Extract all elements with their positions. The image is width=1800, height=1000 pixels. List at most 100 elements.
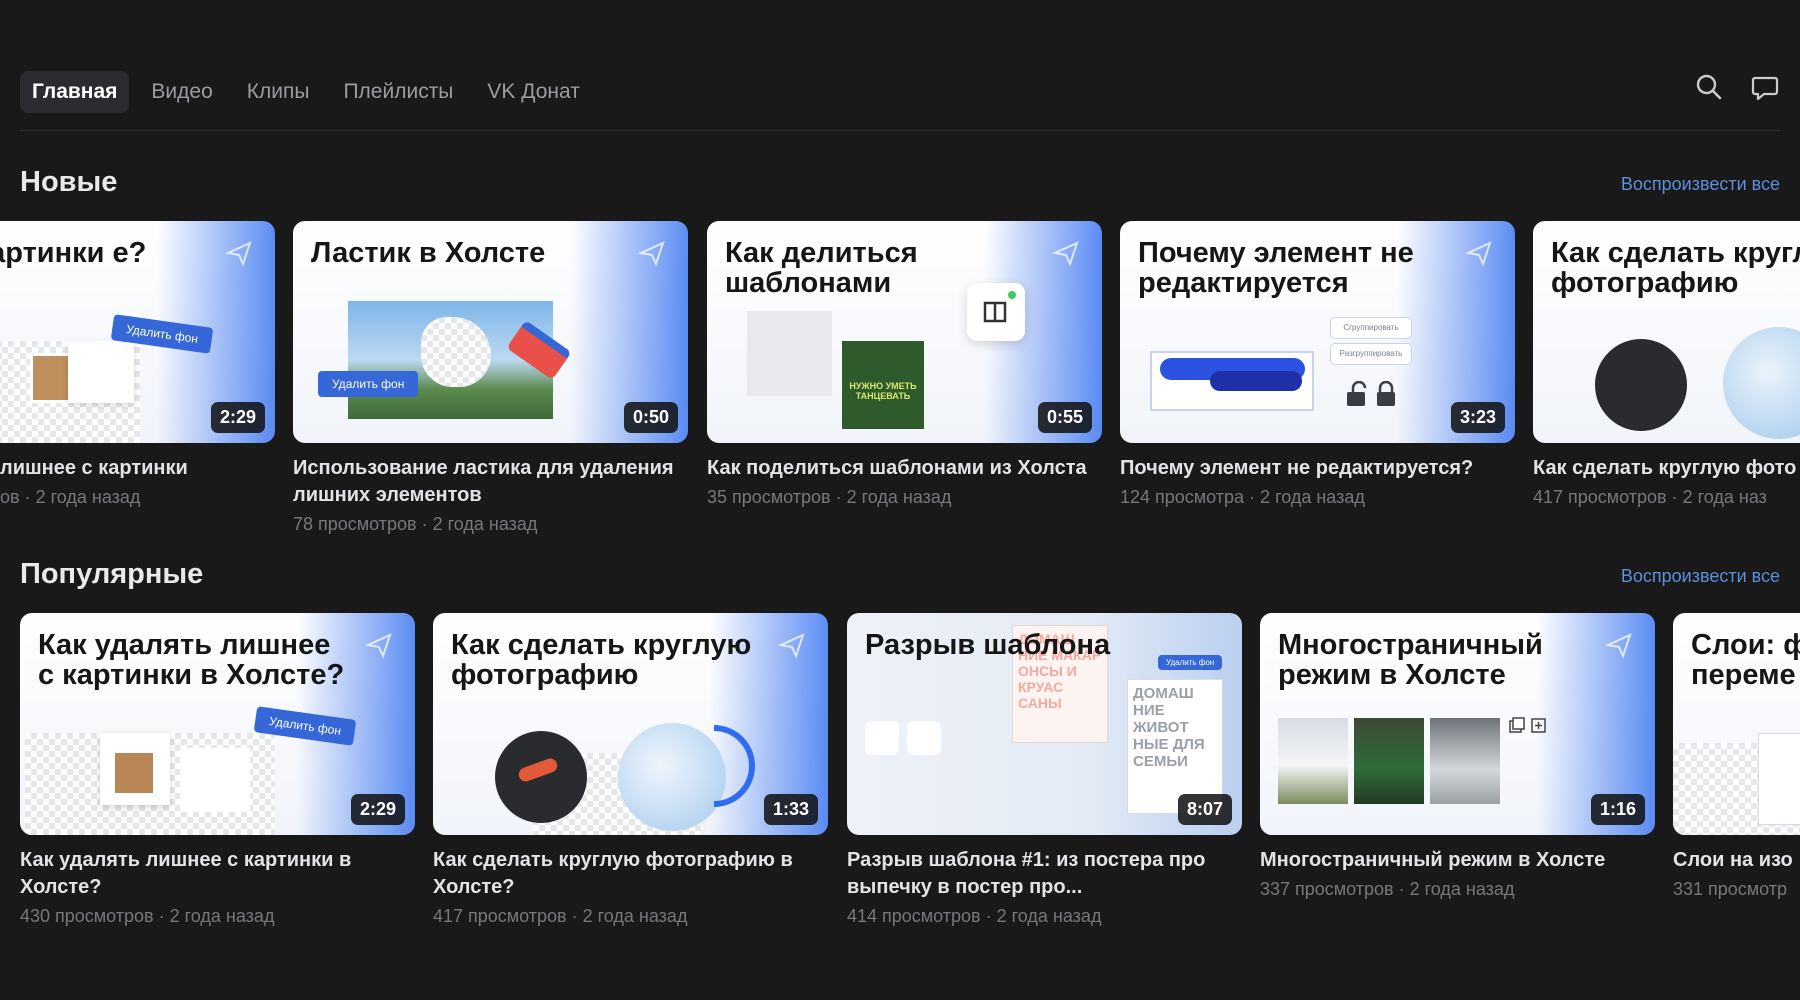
duration-badge: 0:50 — [623, 402, 678, 433]
section-title-popular: Популярные — [20, 558, 204, 590]
group-button-illustration: Сгруппировать — [1330, 317, 1412, 339]
thumbnail-text: Как сделать круглую фотографию — [451, 629, 752, 691]
tool-tile-illustration — [907, 721, 941, 755]
send-icon — [365, 633, 392, 659]
bar-illustration — [1210, 371, 1302, 391]
video-title[interactable]: Многостраничный режим в Холсте — [1260, 847, 1655, 874]
video-meta: 35 просмотров · 2 года назад — [707, 487, 952, 507]
video-meta: 417 просмотров · 2 года наз — [1533, 487, 1767, 507]
tab-vk-donut[interactable]: VK Донат — [475, 71, 591, 113]
section-title-new: Новые — [20, 166, 118, 198]
tab-bar: Главная Видео Клипы Плейлисты VK Донат — [20, 70, 602, 114]
video-card[interactable]: Удалить фон Как удалять лишнее с картинк… — [20, 613, 415, 927]
thumbnail-text: Разрыв шаблона — [865, 629, 1111, 661]
duration-badge: 8:07 — [1177, 794, 1232, 825]
video-card[interactable]: Многостраничный режим в Холсте 1:16 Мног… — [1260, 613, 1655, 900]
thumbnail-text: Ластик в Холсте — [311, 237, 546, 269]
video-title[interactable]: Как поделиться шаблонами из Холста — [707, 455, 1102, 482]
video-card[interactable]: ДОМАШ НИЕ МАКАР ОНСЫ И КРУАС САНЫ ДОМАШ … — [847, 613, 1242, 927]
video-title[interactable]: Использование ластика для удаления лишни… — [293, 455, 688, 509]
video-title[interactable]: Как сделать круглую фотографию в Холсте? — [433, 847, 828, 901]
video-meta: ов · 2 года назад — [0, 487, 141, 507]
photo-illustration — [180, 748, 250, 812]
video-card[interactable]: Слои: фиксац переме Слои на изо 331 прос… — [1673, 613, 1800, 900]
template-card-illustration: НУЖНО УМЕТЬ ТАНЦЕВАТЬ — [842, 341, 924, 429]
video-thumbnail[interactable]: Сгруппировать Разгруппировать Почему эле… — [1120, 221, 1515, 443]
video-card[interactable]: Удалить фон Ластик в Холсте 0:50 Использ… — [293, 221, 688, 535]
thumbnail-text: Слои: фиксац переме — [1691, 629, 1800, 691]
top-navigation: Главная Видео Клипы Плейлисты VK Донат — [20, 70, 1780, 131]
photo-illustration — [115, 753, 153, 793]
video-thumbnail[interactable]: Слои: фиксац переме — [1673, 613, 1800, 835]
thumbnail-text: Как делиться шаблонами — [725, 237, 918, 299]
round-photo-illustration — [1595, 339, 1687, 431]
video-card[interactable]: Удалить фон лять с картинки е? 2:29 лишн… — [0, 221, 275, 508]
send-icon — [1465, 241, 1492, 267]
video-title[interactable]: Как сделать круглую фото в Холсте? — [1533, 455, 1800, 482]
video-thumbnail[interactable]: НУЖНО УМЕТЬ ТАНЦЕВАТЬ Как делиться шабло… — [707, 221, 1102, 443]
video-thumbnail[interactable]: Многостраничный режим в Холсте 1:16 — [1260, 613, 1655, 835]
add-page-icon — [1509, 717, 1546, 733]
round-photo-illustration — [618, 723, 726, 831]
page-thumbnail-illustration — [1354, 718, 1424, 804]
duration-badge: 2:29 — [210, 402, 265, 433]
video-title[interactable]: лишнее с картинки — [0, 455, 275, 482]
thumbnail-text: Как удалять лишнее с картинки в Холсте? — [38, 629, 345, 691]
video-card[interactable]: Как сделать круглую фотографию Как сдела… — [1533, 221, 1800, 508]
video-thumbnail[interactable]: Как сделать круглую фотографию — [1533, 221, 1800, 443]
photo-illustration — [68, 341, 134, 403]
video-meta: 78 просмотров · 2 года назад — [293, 514, 538, 534]
duration-badge: 2:29 — [350, 794, 405, 825]
video-meta: 414 просмотров · 2 года назад — [847, 906, 1102, 926]
video-thumbnail[interactable]: Удалить фон Как удалять лишнее с картинк… — [20, 613, 415, 835]
tool-tile-illustration — [865, 721, 899, 755]
thumbnail-text: Почему элемент не редактируется — [1138, 237, 1414, 299]
video-meta: 337 просмотров · 2 года назад — [1260, 879, 1515, 899]
video-card[interactable]: НУЖНО УМЕТЬ ТАНЦЕВАТЬ Как делиться шабло… — [707, 221, 1102, 508]
page-thumbnail-illustration — [1430, 718, 1500, 804]
video-thumbnail[interactable]: ДОМАШ НИЕ МАКАР ОНСЫ И КРУАС САНЫ ДОМАШ … — [847, 613, 1242, 835]
duration-badge: 1:16 — [1590, 794, 1645, 825]
thumbnail-text: Как сделать круглую фотографию — [1551, 237, 1800, 299]
duration-badge: 1:33 — [763, 794, 818, 825]
tab-video[interactable]: Видео — [139, 71, 224, 113]
template-card-illustration — [747, 311, 832, 396]
play-all-popular-link[interactable]: Воспроизвести все — [1621, 566, 1780, 587]
thumbnail-text: лять с картинки е? — [0, 237, 147, 269]
new-videos-row: Удалить фон лять с картинки е? 2:29 лишн… — [0, 221, 1800, 551]
popular-videos-row: Удалить фон Как удалять лишнее с картинк… — [0, 613, 1800, 943]
video-meta: 417 просмотров · 2 года назад — [433, 906, 688, 926]
tab-home[interactable]: Главная — [20, 71, 130, 113]
search-icon[interactable] — [1694, 72, 1724, 102]
send-icon — [778, 633, 805, 659]
round-photo-illustration — [1723, 327, 1800, 439]
nav-actions — [1694, 72, 1780, 102]
tab-clips[interactable]: Клипы — [235, 71, 322, 113]
video-meta: 331 просмотр — [1673, 879, 1788, 899]
play-all-new-link[interactable]: Воспроизвести все — [1621, 174, 1780, 195]
send-icon — [225, 241, 252, 267]
video-thumbnail[interactable]: Как сделать круглую фотографию 1:33 — [433, 613, 828, 835]
video-title[interactable]: Почему элемент не редактируется? — [1120, 455, 1515, 482]
video-thumbnail[interactable]: Удалить фон Ластик в Холсте 0:50 — [293, 221, 688, 443]
video-card[interactable]: Сгруппировать Разгруппировать Почему эле… — [1120, 221, 1515, 508]
send-icon — [1605, 633, 1632, 659]
video-card[interactable]: Как сделать круглую фотографию 1:33 Как … — [433, 613, 828, 927]
send-icon — [638, 241, 665, 267]
send-icon — [1052, 241, 1079, 267]
video-thumbnail[interactable]: Удалить фон лять с картинки е? 2:29 — [0, 221, 275, 443]
duration-badge: 0:55 — [1037, 402, 1092, 433]
video-title[interactable]: Слои на изо — [1673, 847, 1800, 874]
video-meta: 124 просмотра · 2 года назад — [1120, 487, 1365, 507]
chat-icon[interactable] — [1750, 72, 1780, 102]
thumbnail-text: Многостраничный режим в Холсте — [1278, 629, 1543, 691]
lock-icon — [1347, 381, 1395, 406]
video-meta: 430 просмотров · 2 года назад — [20, 906, 275, 926]
round-photo-illustration — [495, 731, 587, 823]
page-thumbnail-illustration — [1278, 718, 1348, 804]
tab-playlists[interactable]: Плейлисты — [331, 71, 465, 113]
video-title[interactable]: Разрыв шаблона #1: из постера про выпечк… — [847, 847, 1242, 901]
video-title[interactable]: Как удалять лишнее с картинки в Холсте? — [20, 847, 415, 901]
duration-badge: 3:23 — [1450, 402, 1505, 433]
remove-bg-pill: Удалить фон — [318, 371, 419, 397]
